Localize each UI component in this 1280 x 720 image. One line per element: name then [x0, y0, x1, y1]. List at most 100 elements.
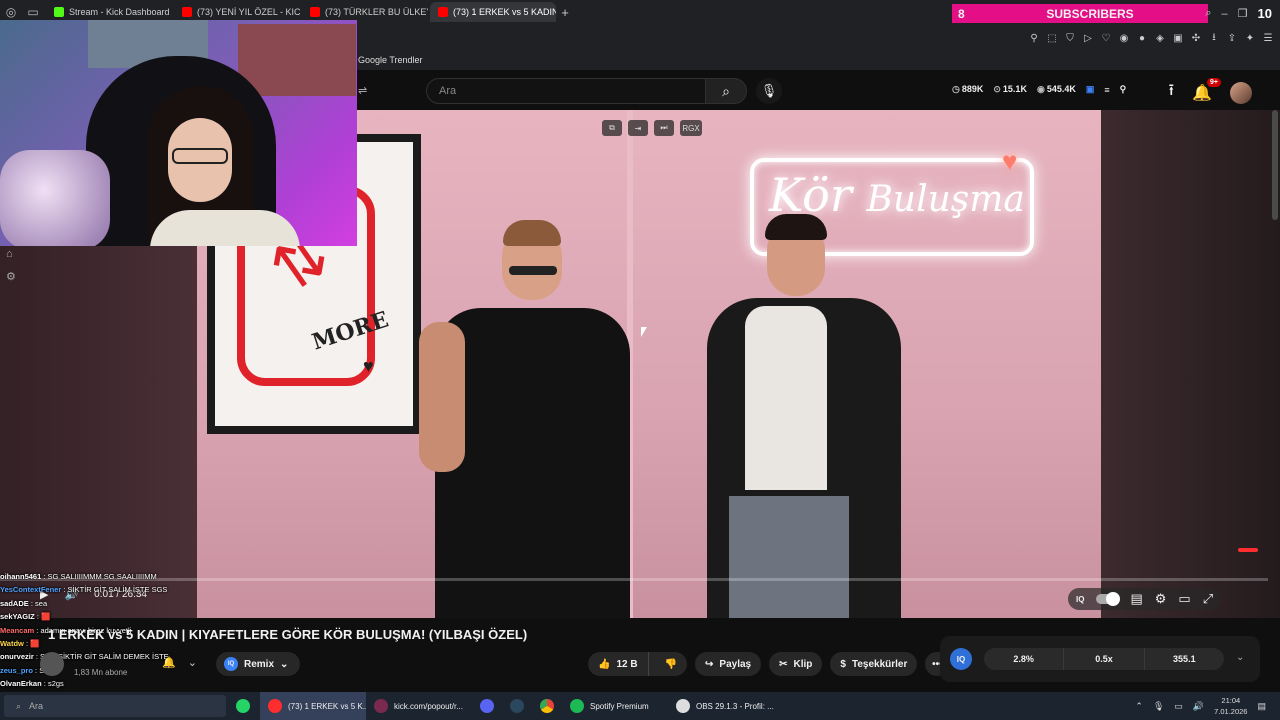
clip-label: Klip	[793, 658, 813, 670]
chat-username[interactable]: zeus_pro	[0, 666, 33, 675]
iq-metric-3[interactable]: 355.1	[1145, 648, 1224, 670]
steam-app[interactable]	[502, 692, 532, 720]
share-icon: ↪	[705, 658, 714, 670]
settings-gear-icon[interactable]: ⚙	[1155, 591, 1167, 607]
chat-username[interactable]: sekYAGIZ	[0, 612, 35, 621]
clock[interactable]: 21:04 7.01.2026	[1214, 695, 1247, 717]
chevron-down-icon[interactable]: ⌄	[188, 656, 197, 669]
extension-icon[interactable]: ◉	[1118, 33, 1130, 44]
notifications-button[interactable]: 🔔 9+	[1192, 77, 1221, 103]
home-icon[interactable]: ⌂	[6, 248, 16, 260]
theater-mode-icon[interactable]: ▭	[1178, 591, 1190, 607]
iq-logo[interactable]: IQ	[950, 648, 972, 670]
tab-kick-dashboard[interactable]: Stream - Kick Dashboard	[46, 2, 172, 22]
browser-icon	[268, 699, 282, 713]
chat-text: 🟥	[41, 612, 51, 622]
bell-icon[interactable]: 🔔	[162, 656, 176, 669]
search-button[interactable]: ⌕	[705, 78, 747, 104]
popout-icon[interactable]: ⇥	[628, 120, 648, 136]
puzzle-icon[interactable]: ✣	[1190, 33, 1202, 44]
taskbar-search[interactable]: ⌕ Ara	[4, 695, 226, 717]
iq-button[interactable]: IQ	[1076, 595, 1084, 604]
copy-icon[interactable]: ⧉	[602, 120, 622, 136]
chevron-up-icon[interactable]: ⌃	[1135, 701, 1143, 712]
upload-icon[interactable]: ⭱	[1168, 79, 1174, 106]
pin-icon[interactable]: ⚲	[1120, 84, 1127, 95]
iq-metric-2[interactable]: 0.5x	[1064, 648, 1145, 670]
search-input[interactable]: Ara	[426, 78, 706, 104]
chat-username[interactable]: OlvanErkan	[0, 679, 42, 688]
subtitles-icon[interactable]: ▤	[1130, 591, 1142, 607]
settings-gear-icon[interactable]: ⚙	[6, 270, 16, 283]
clock-time: 21:04	[1221, 696, 1241, 705]
clip-button[interactable]: ✂ Klip	[769, 652, 823, 676]
taskbar-app-youtube[interactable]: (73) 1 ERKEK vs 5 K...	[260, 692, 366, 720]
list-icon[interactable]: ≡	[1104, 85, 1109, 95]
fullscreen-icon[interactable]: ⤢	[1203, 591, 1213, 607]
chat-text: SİKTİR GİT SALİM İŞTE SGS	[67, 585, 168, 595]
notifications-icon[interactable]: ▤	[1257, 701, 1266, 712]
person-right-hair	[765, 214, 827, 240]
skip-icon[interactable]: ⏭	[654, 120, 674, 136]
ai-icon[interactable]: ✦	[1244, 33, 1256, 44]
new-tab-button[interactable]: +	[556, 5, 574, 20]
minimize-icon[interactable]: –	[1222, 8, 1228, 20]
search-icon[interactable]: ⌕	[1205, 7, 1211, 20]
voice-search-button[interactable]: 🎙	[756, 78, 782, 104]
thumb-icon: ⊙	[993, 84, 1001, 94]
taskbar-app-obs[interactable]: OBS 29.1.3 - Profil: ...	[668, 692, 774, 720]
restore-icon[interactable]: ❐	[1238, 7, 1248, 20]
chat-message: OlvanErkan : s2gs	[0, 679, 64, 689]
bookmark-google-trends[interactable]: Google Trendler	[358, 55, 423, 65]
shield-icon[interactable]: ⛉	[1064, 33, 1076, 44]
tab-youtube-yeni-yil[interactable]: (73) YENİ YIL ÖZEL - KICK	[174, 2, 300, 22]
chat-username[interactable]: Watdw	[0, 639, 24, 648]
share-button[interactable]: ↪ Paylaş	[695, 652, 762, 676]
spotify-icon	[570, 699, 584, 713]
channel-avatar[interactable]	[40, 652, 64, 676]
avatar[interactable]	[1230, 81, 1252, 104]
share-icon[interactable]: ⇪	[1226, 33, 1238, 44]
player-controls-right: IQ ▤ ⚙ ▭ ⤢	[1068, 588, 1222, 610]
chevron-down-icon[interactable]: ⌄	[1236, 652, 1244, 663]
screenshot-icon[interactable]: ⬚	[1046, 33, 1058, 44]
rgx-button[interactable]: RGX	[680, 120, 702, 136]
extension-badge-icon[interactable]: ▣	[1086, 84, 1095, 95]
download-icon[interactable]: ⭳	[1208, 30, 1220, 47]
volume-icon[interactable]: 🔊	[1193, 701, 1204, 712]
discord-app[interactable]	[472, 692, 502, 720]
pin-icon[interactable]: ⚲	[1028, 33, 1040, 44]
taskbar-app-kick[interactable]: kick.com/popout/r...	[366, 692, 472, 720]
page-scrollbar[interactable]	[1272, 110, 1278, 220]
wall-frames-right	[238, 24, 356, 96]
tab-icon[interactable]: ▣	[1172, 33, 1184, 44]
webcam-overlay	[0, 20, 357, 246]
chrome-app[interactable]	[532, 692, 562, 720]
record-icon[interactable]: ●	[1136, 33, 1148, 44]
network-icon[interactable]: ▭	[1174, 701, 1183, 712]
chat-username[interactable]: onurvezir	[0, 652, 34, 661]
heart-icon[interactable]: ♡	[1100, 33, 1112, 44]
whatsapp-app[interactable]	[226, 692, 260, 720]
like-button[interactable]: 👍 12 B	[588, 652, 649, 676]
tab-youtube-erkek-kadin[interactable]: (73) 1 ERKEK vs 5 KADIN	[430, 2, 556, 22]
play-icon[interactable]: ▷	[1082, 33, 1094, 44]
microphone-icon[interactable]: 🎙	[1153, 701, 1164, 712]
thanks-button[interactable]: $ Teşekkürler	[830, 652, 918, 676]
discord-icon	[480, 699, 494, 713]
chat-username[interactable]: oihann5461	[0, 572, 41, 581]
chat-username[interactable]: YesContextFener	[0, 585, 61, 594]
share-label: Paylaş	[719, 658, 752, 670]
remix-button[interactable]: IQ Remix ⌄	[216, 652, 301, 676]
person-left-sunglasses	[509, 266, 557, 275]
menu-icon[interactable]: ☰	[1262, 33, 1274, 44]
chat-username[interactable]: Meancam	[0, 626, 34, 635]
iq-metric-1[interactable]: 2.8%	[984, 648, 1065, 670]
taskbar-app-spotify[interactable]: Spotify Premium	[562, 692, 668, 720]
tab-youtube-turkler[interactable]: (73) TÜRKLER BU ÜLKEYE	[302, 2, 428, 22]
dislike-button[interactable]: 👎	[655, 652, 687, 676]
autoplay-toggle[interactable]	[1096, 592, 1121, 606]
filter-icon[interactable]: ⇌	[358, 84, 367, 97]
translate-icon[interactable]: ◈	[1154, 33, 1166, 44]
chat-username[interactable]: sadADE	[0, 599, 29, 608]
